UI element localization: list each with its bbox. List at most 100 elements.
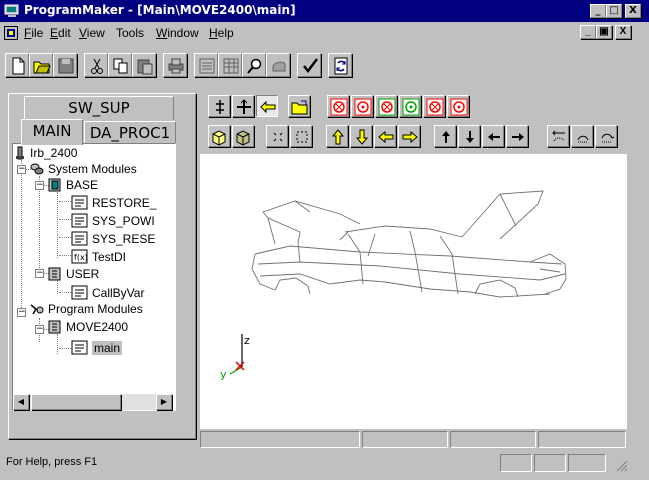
- menu-bar: File Edit View Tools Window Help _ ▣ X: [0, 22, 649, 44]
- find-button[interactable]: [242, 53, 266, 77]
- mdi-close-button[interactable]: X: [615, 25, 631, 39]
- tree-node-move2400[interactable]: MOVE2400: [47, 320, 128, 334]
- tree-node-callbyvar[interactable]: CallByVar: [71, 285, 144, 300]
- tree-expander-move2400[interactable]: −: [35, 325, 44, 334]
- move-left-button[interactable]: [374, 125, 396, 147]
- view-toolbar-row-2: [200, 123, 627, 151]
- pan-right-button[interactable]: [506, 125, 528, 147]
- io-signal-3-button[interactable]: [375, 95, 397, 117]
- cut-button[interactable]: [84, 53, 108, 77]
- tree-node-restore[interactable]: RESTORE_: [71, 195, 156, 210]
- tree-node-testdi[interactable]: f(x) TestDI: [71, 249, 126, 264]
- open-button[interactable]: [29, 53, 53, 77]
- status-pane-1: [500, 454, 532, 472]
- tree-expander-base[interactable]: −: [35, 181, 44, 190]
- open-target-button[interactable]: [288, 95, 310, 117]
- target-tool-button[interactable]: [256, 95, 278, 117]
- scroll-right-arrow-icon[interactable]: ▶: [156, 394, 172, 410]
- pan-down-button[interactable]: [458, 125, 480, 147]
- arrow-up-icon: [442, 131, 450, 143]
- tree-expander-system-modules[interactable]: −: [17, 165, 26, 174]
- tree-node-user[interactable]: USER: [47, 267, 99, 281]
- jog-axes-button[interactable]: [232, 95, 254, 117]
- jog-linear-button[interactable]: [208, 95, 230, 117]
- tab-da-proc1[interactable]: DA_PROC1: [84, 121, 176, 145]
- resize-grip-icon[interactable]: [614, 458, 628, 472]
- zoom-in-button[interactable]: [266, 125, 288, 147]
- move-down-button[interactable]: [350, 125, 372, 147]
- scroll-thumb[interactable]: [31, 394, 121, 410]
- mdi-minimize-button[interactable]: _: [580, 25, 596, 39]
- signal-red-icon: [450, 98, 468, 116]
- robot-button[interactable]: [266, 53, 290, 77]
- view-table-button[interactable]: [218, 53, 242, 77]
- document-icon[interactable]: [4, 26, 18, 43]
- module-icon: [48, 178, 61, 192]
- scissors-icon: [91, 58, 103, 74]
- new-button[interactable]: [5, 53, 29, 77]
- tree-horizontal-scrollbar[interactable]: ◀ ▶: [13, 394, 173, 410]
- tree-expander-user[interactable]: −: [35, 269, 44, 278]
- zoom-fit-button[interactable]: [290, 125, 312, 147]
- menu-file[interactable]: File: [24, 26, 43, 40]
- tree-node-sys-rese[interactable]: SYS_RESE: [71, 231, 155, 246]
- tree-node-sys-powr[interactable]: SYS_POWI: [71, 213, 155, 228]
- print-button[interactable]: [163, 53, 187, 77]
- io-signal-2-button[interactable]: [351, 95, 373, 117]
- car-body-wireframe: [229, 190, 567, 375]
- paste-button[interactable]: [132, 53, 156, 77]
- routine-icon: [71, 213, 88, 228]
- arrow-left-yellow-icon: [260, 100, 276, 114]
- arrow-left-yellow-icon: [378, 130, 394, 144]
- view-list-button[interactable]: [194, 53, 218, 77]
- pan-up-button[interactable]: [434, 125, 456, 147]
- menu-edit[interactable]: Edit: [50, 26, 71, 40]
- view-3d-alt-button[interactable]: [232, 125, 254, 147]
- routine-icon: [71, 231, 88, 246]
- move-right-button[interactable]: [398, 125, 420, 147]
- 3d-viewport[interactable]: z y: [200, 154, 627, 429]
- maximize-button[interactable]: □: [606, 4, 622, 18]
- scroll-left-arrow-icon[interactable]: ◀: [13, 394, 29, 410]
- robot-shape-icon: [272, 61, 286, 72]
- menu-tools[interactable]: Tools: [116, 26, 144, 40]
- save-button[interactable]: [53, 53, 77, 77]
- axis-z-label: z: [244, 334, 250, 347]
- close-button[interactable]: X: [625, 4, 641, 18]
- title-bar[interactable]: ProgramMaker - [Main\MOVE2400\main] _ □ …: [0, 0, 649, 22]
- io-signal-5-button[interactable]: [423, 95, 445, 117]
- io-signal-6-button[interactable]: [447, 95, 469, 117]
- axis-y-label: y: [220, 368, 227, 381]
- io-signal-1-button[interactable]: [327, 95, 349, 117]
- io-signal-4-button[interactable]: [399, 95, 421, 117]
- module-tree[interactable]: − − − − − Irb_2400 System Modules BASE R…: [12, 143, 176, 411]
- tree-node-base[interactable]: BASE: [47, 178, 98, 192]
- rotate-left-button[interactable]: [547, 125, 569, 147]
- tab-main[interactable]: MAIN: [21, 119, 83, 145]
- sync-button[interactable]: [328, 53, 352, 77]
- menu-window[interactable]: Window: [156, 26, 199, 40]
- tree-node-main[interactable]: main: [71, 340, 123, 355]
- move-up-button[interactable]: [326, 125, 348, 147]
- minimize-button[interactable]: _: [590, 4, 606, 18]
- rotate-right-button[interactable]: [595, 125, 617, 147]
- module-icon: [48, 267, 61, 281]
- app-icon[interactable]: [4, 3, 20, 19]
- pan-left-button[interactable]: [482, 125, 504, 147]
- tree-expander-program-modules[interactable]: −: [17, 308, 26, 317]
- menu-help[interactable]: Help: [209, 26, 234, 40]
- modules-group-icon: [30, 163, 44, 175]
- view-3d-button[interactable]: [208, 125, 230, 147]
- status-pane-3: [568, 454, 606, 472]
- check-button[interactable]: [297, 53, 321, 77]
- tab-sw-sup[interactable]: SW_SUP: [24, 96, 174, 120]
- rotate-left-icon: [552, 130, 565, 142]
- rotate-center-button[interactable]: [571, 125, 593, 147]
- copy-button[interactable]: [108, 53, 132, 77]
- menu-view[interactable]: View: [79, 26, 105, 40]
- tree-node-program-modules[interactable]: Program Modules: [29, 302, 143, 316]
- mdi-restore-button[interactable]: ▣: [596, 25, 612, 39]
- routine-icon: [71, 285, 88, 300]
- tree-node-robot[interactable]: Irb_2400: [15, 146, 77, 160]
- tree-node-system-modules[interactable]: System Modules: [29, 162, 137, 176]
